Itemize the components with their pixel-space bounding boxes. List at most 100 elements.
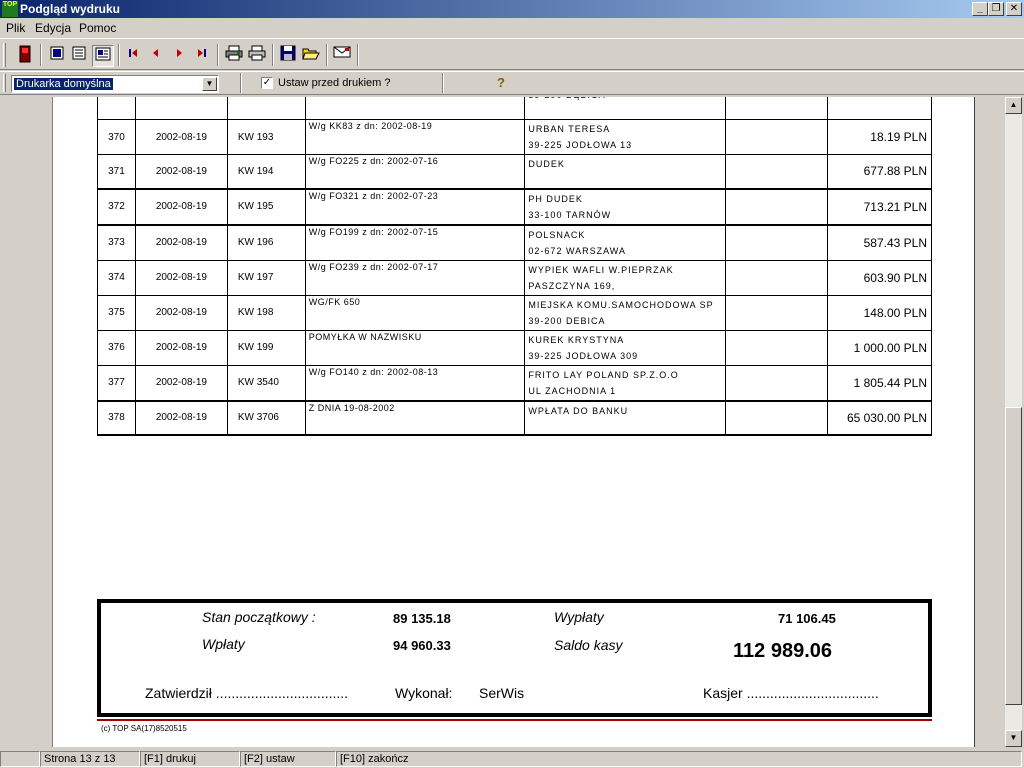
status-f2-setup: [F2] ustaw	[240, 751, 336, 767]
last-page-button[interactable]	[191, 45, 213, 67]
window-controls: _ ❐ ✕	[972, 2, 1022, 16]
email-icon	[333, 46, 351, 58]
payouts-label: Wypłaty	[554, 609, 604, 625]
ledger-row-amount: 18.19 PLN	[827, 119, 932, 155]
setup-before-print-label: Ustaw przed drukiem ?	[278, 77, 391, 89]
ledger-row-party: POLSNACK 02-672 WARSZAWA	[524, 224, 727, 261]
ledger-row-empty	[725, 224, 829, 261]
printer-select-value: Drukarka domyślna	[14, 78, 113, 90]
ledger-row-amount: 1 805.44 PLN	[827, 364, 932, 402]
footer-rule	[97, 719, 932, 721]
two-page-button[interactable]	[68, 45, 90, 67]
ledger-row: 372 2002-08-19 KW 195 W/g FO321 z dn: 2002-…	[97, 188, 932, 226]
ledger-row-document: KW 196	[226, 224, 306, 261]
first-page-button[interactable]	[122, 45, 144, 67]
ledger-row-date: 2002-08-19	[134, 329, 228, 366]
scroll-down-button[interactable]: ▼	[1005, 730, 1022, 747]
ledger-row-party: PH DUDEK 33-100 TARNÓW	[524, 188, 727, 226]
ledger-row: 377 2002-08-19 KW 3540 W/g FO140 z dn: 2002…	[97, 364, 932, 402]
save-button[interactable]	[277, 45, 299, 67]
menu-edycja[interactable]: Edycja	[35, 21, 71, 35]
ledger-row-number: 372	[97, 188, 136, 226]
ledger-row-document: KW 3706	[226, 400, 306, 436]
ledger-row: 375 2002-08-19 KW 198 WG/FK 650 MIEJSKA KOMU…	[97, 294, 932, 331]
app-icon[interactable]: TOP	[2, 1, 18, 17]
open-button[interactable]	[300, 45, 322, 67]
chevron-down-icon[interactable]: ▼	[202, 77, 217, 91]
print-button[interactable]	[246, 45, 268, 67]
options-grip[interactable]	[3, 74, 6, 92]
ledger-party-name: KUREK KRYSTYNA	[528, 334, 625, 345]
single-page-button[interactable]	[46, 45, 68, 67]
ledger-row-date: 2002-08-19	[134, 259, 228, 296]
two-page-icon	[72, 46, 86, 60]
ledger-table: 39-200 DĘBICA3702002-08-19KW 193W/g KK83…	[97, 97, 932, 436]
next-page-button[interactable]	[168, 45, 190, 67]
help-icon[interactable]: ?	[497, 75, 505, 90]
ledger-party-address: 33-100 TARNÓW	[528, 209, 612, 220]
ledger-row-party: WPŁATA DO BANKU	[524, 400, 727, 436]
ledger-row-document: KW 197	[226, 259, 306, 296]
minimize-button[interactable]: _	[972, 2, 988, 16]
ledger-row-date: 2002-08-19	[134, 188, 228, 226]
fit-page-button[interactable]	[92, 45, 114, 67]
print-setup-icon	[225, 45, 243, 61]
status-panel-empty	[0, 751, 40, 767]
ledger-row-date: 2002-08-19	[134, 294, 228, 331]
scroll-up-button[interactable]: ▲	[1005, 97, 1022, 114]
ledger-row-amount: 587.43 PLN	[827, 224, 932, 261]
ledger-row-number: 378	[97, 400, 136, 436]
ledger-party-address: UL ZACHODNIA 1	[528, 385, 617, 396]
cashier-label: Kasjer .................................…	[703, 685, 879, 701]
print-page: 39-200 DĘBICA3702002-08-19KW 193W/g KK83…	[52, 97, 975, 747]
restore-button[interactable]: ❐	[988, 2, 1004, 16]
cash-balance-value: 112 989.06	[733, 640, 832, 662]
ledger-row: 39-200 DĘBICA	[97, 97, 932, 120]
ledger-row-date: 2002-08-19	[134, 224, 228, 261]
prev-page-button[interactable]	[145, 45, 167, 67]
email-button[interactable]	[331, 45, 353, 67]
status-f10-exit: [F10] zakończ	[336, 751, 1022, 767]
ledger-party-address: 39-200 DEBICA	[528, 315, 606, 326]
ledger-party-name: MIEJSKA KOMU.SAMOCHODOWA SP	[528, 299, 714, 310]
income-label: Wpłaty	[202, 636, 245, 652]
ledger-row-document: KW 195	[226, 188, 306, 226]
ledger-row: 376 2002-08-19 KW 199 POMYŁKA W NAZWISKU KUR…	[97, 329, 932, 366]
close-button[interactable]: ✕	[1006, 2, 1022, 16]
copyright-text: (c) TOP SA(17)8520515	[101, 724, 187, 733]
open-icon	[302, 48, 320, 60]
vertical-scrollbar[interactable]: ▲ ▼	[1005, 97, 1022, 747]
setup-before-print-checkbox[interactable]: ✓	[261, 77, 273, 89]
ledger-row-empty	[725, 294, 829, 331]
ledger-party-name: FRITO LAY POLAND SP.Z.O.O	[528, 369, 679, 380]
ledger-row-empty	[725, 97, 829, 120]
toolbar-grip[interactable]	[3, 43, 6, 67]
ledger-row-number: 377	[97, 364, 136, 402]
ledger-row-number: 373	[97, 224, 136, 261]
ledger-row-empty	[725, 400, 829, 436]
printer-select[interactable]: Drukarka domyślna ▼	[11, 75, 219, 93]
ledger-row-document: KW 194	[226, 154, 306, 190]
single-page-icon	[50, 46, 64, 60]
executed-by-value: SerWis	[479, 685, 525, 701]
toolbar-separator	[326, 44, 328, 66]
menu-pomoc[interactable]: Pomoc	[79, 21, 116, 35]
exit-button[interactable]	[14, 45, 36, 67]
ledger-row: 370 2002-08-19 KW 193 W/g KK83 z dn: 2002-0…	[97, 119, 932, 155]
ledger-row: 374 2002-08-19 KW 197 W/g FO239 z dn: 2002-…	[97, 259, 932, 296]
title-bar[interactable]: TOP Podgląd wydruku _ ❐ ✕	[0, 0, 1024, 18]
ledger-row-amount: 713.21 PLN	[827, 188, 932, 226]
ledger-row-empty	[725, 329, 829, 366]
ledger-row-document: KW 198	[226, 294, 306, 331]
save-icon	[280, 45, 296, 61]
status-page-indicator: Strona 13 z 13	[40, 751, 140, 767]
preview-area[interactable]: 39-200 DĘBICA3702002-08-19KW 193W/g KK83…	[0, 97, 1024, 747]
ledger-row-date: 2002-08-19	[134, 119, 228, 155]
print-setup-button[interactable]	[223, 45, 245, 67]
scroll-thumb[interactable]	[1005, 407, 1022, 705]
ledger-row-number: 371	[97, 154, 136, 190]
ledger-row-document: KW 3540	[226, 364, 306, 402]
menu-plik[interactable]: Plik	[6, 21, 25, 35]
ledger-row-number	[97, 97, 136, 120]
toolbar	[0, 38, 1024, 70]
